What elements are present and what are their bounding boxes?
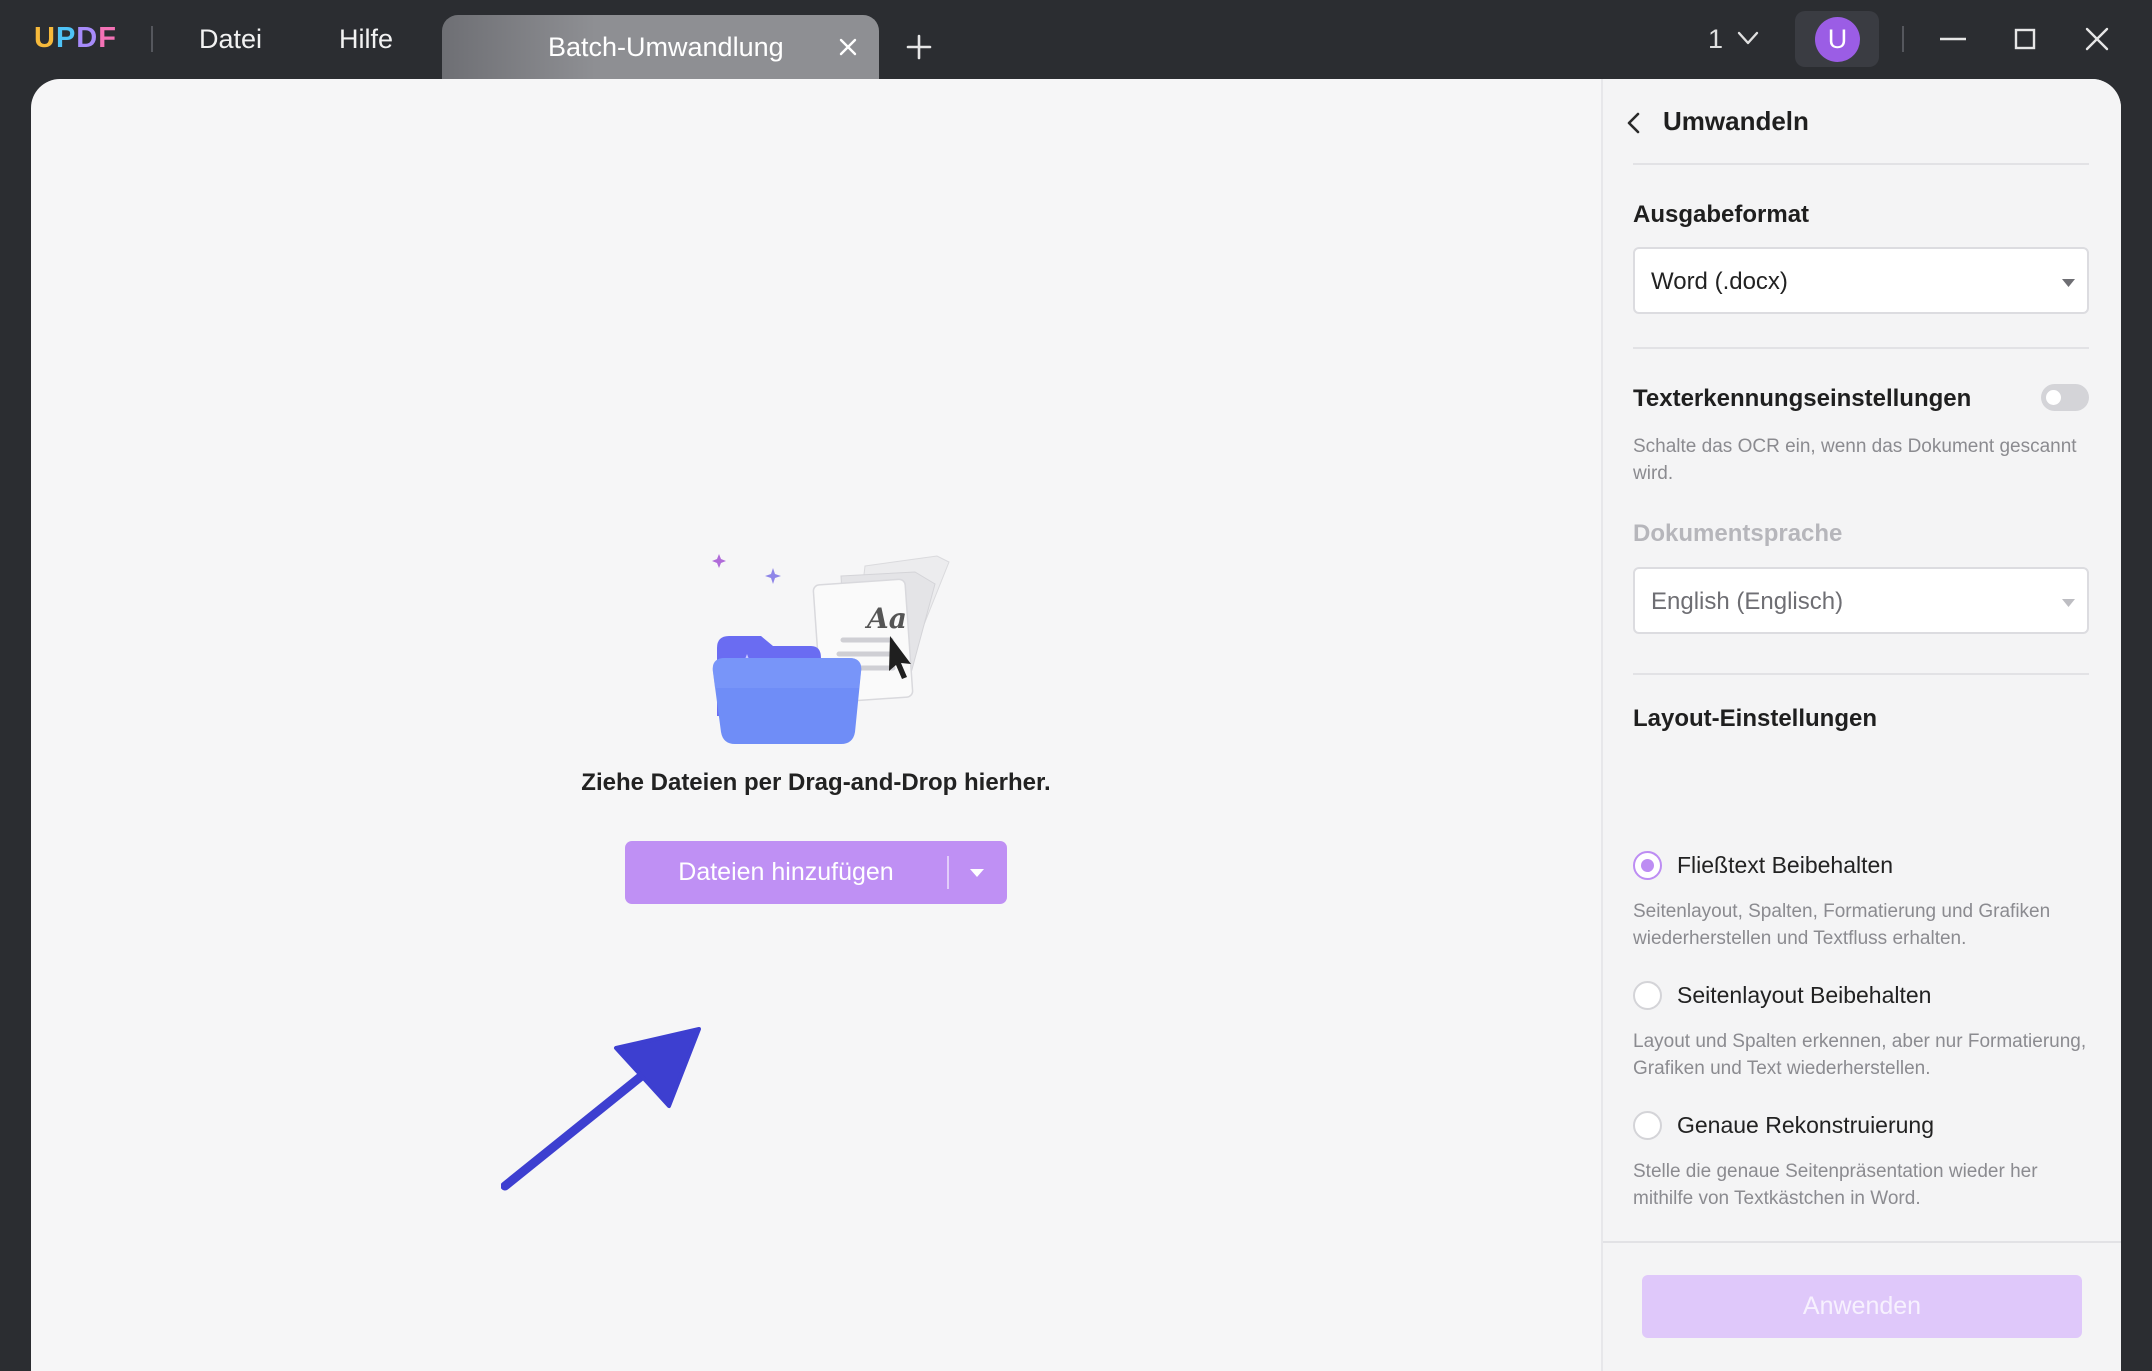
split-divider [947,856,949,889]
account-button[interactable]: U [1795,11,1879,67]
apply-button[interactable]: Anwenden [1642,1275,2082,1338]
radio-label: Seitenlayout Beibehalten [1677,982,1932,1008]
caret-down-icon[interactable] [969,867,985,879]
maximize-icon[interactable] [2008,22,2042,56]
svg-text:Aa: Aa [864,602,907,635]
radio-button[interactable] [1633,851,1662,880]
convert-panel: Umwandeln Ausgabeformat Word (.docx) Tex… [1601,79,2121,1371]
radio-button[interactable] [1633,1111,1662,1140]
add-files-button[interactable]: Dateien hinzufügen [625,841,1007,904]
tab-title: Batch-Umwandlung [548,32,784,62]
plus-icon[interactable] [902,30,936,64]
layout-heading: Layout-Einstellungen [1633,705,1878,732]
add-files-label: Dateien hinzufügen [678,858,894,886]
divider [1633,347,2089,349]
minimize-icon[interactable] [1936,22,1970,56]
divider [1633,163,2089,165]
radio-button[interactable] [1633,981,1662,1010]
panel-title: Umwandeln [1663,106,1809,136]
radio-label: Genaue Rekonstruierung [1677,1112,1934,1138]
option-description: Layout und Spalten erkennen, aber nur Fo… [1633,1031,2087,1079]
ocr-description: Schalte das OCR ein, wenn das Dokument g… [1633,436,2077,484]
output-format-value: Word (.docx) [1651,268,1788,295]
option-description: Stelle die genaue Seitenpräsentation wie… [1633,1161,2038,1209]
ocr-toggle[interactable] [2041,384,2089,411]
back-chevron-icon[interactable] [1623,110,1645,136]
output-format-select[interactable]: Word (.docx) [1633,247,2089,314]
toggle-knob [2046,390,2061,405]
language-value: English (Englisch) [1651,588,1844,615]
avatar: U [1815,17,1860,62]
ocr-heading: Texterkennungseinstellungen [1633,385,1972,412]
language-heading: Dokumentsprache [1633,520,1843,547]
caret-down-icon [2062,599,2075,607]
option-description: Seitenlayout, Spalten, Formatierung und … [1633,901,2051,949]
title-separator [1902,26,1904,52]
drop-zone[interactable]: Aa Ziehe Dateien per Drag-and-Drop hierh… [31,79,1601,1371]
drop-instruction: Ziehe Dateien per Drag-and-Drop hierher. [581,769,1051,796]
radio-label: Fließtext Beibehalten [1677,852,1894,878]
language-select[interactable]: English (Englisch) [1633,567,2089,634]
updf-logo[interactable]: UPDF [34,22,117,55]
menu-datei[interactable]: Datei [199,24,262,55]
tab-batch-umwandlung[interactable]: Batch-Umwandlung [442,15,879,79]
divider [1633,673,2089,675]
app-window: Aa Ziehe Dateien per Drag-and-Drop hierh… [31,79,2121,1371]
caret-down-icon [2062,279,2075,287]
chevron-down-icon[interactable] [1733,26,1763,50]
folder-illustration: Aa [712,554,950,744]
window-close-icon[interactable] [2080,22,2114,56]
output-format-heading: Ausgabeformat [1633,201,1810,228]
annotation-arrow [501,1027,701,1191]
menu-hilfe[interactable]: Hilfe [339,24,393,55]
footer-divider [1603,1241,2121,1243]
page-indicator[interactable]: 1 [1708,24,1723,55]
title-separator [151,26,153,52]
title-bar: UPDF Datei Hilfe Batch-Umwandlung 1 U [0,0,2152,79]
close-icon[interactable] [833,32,863,62]
